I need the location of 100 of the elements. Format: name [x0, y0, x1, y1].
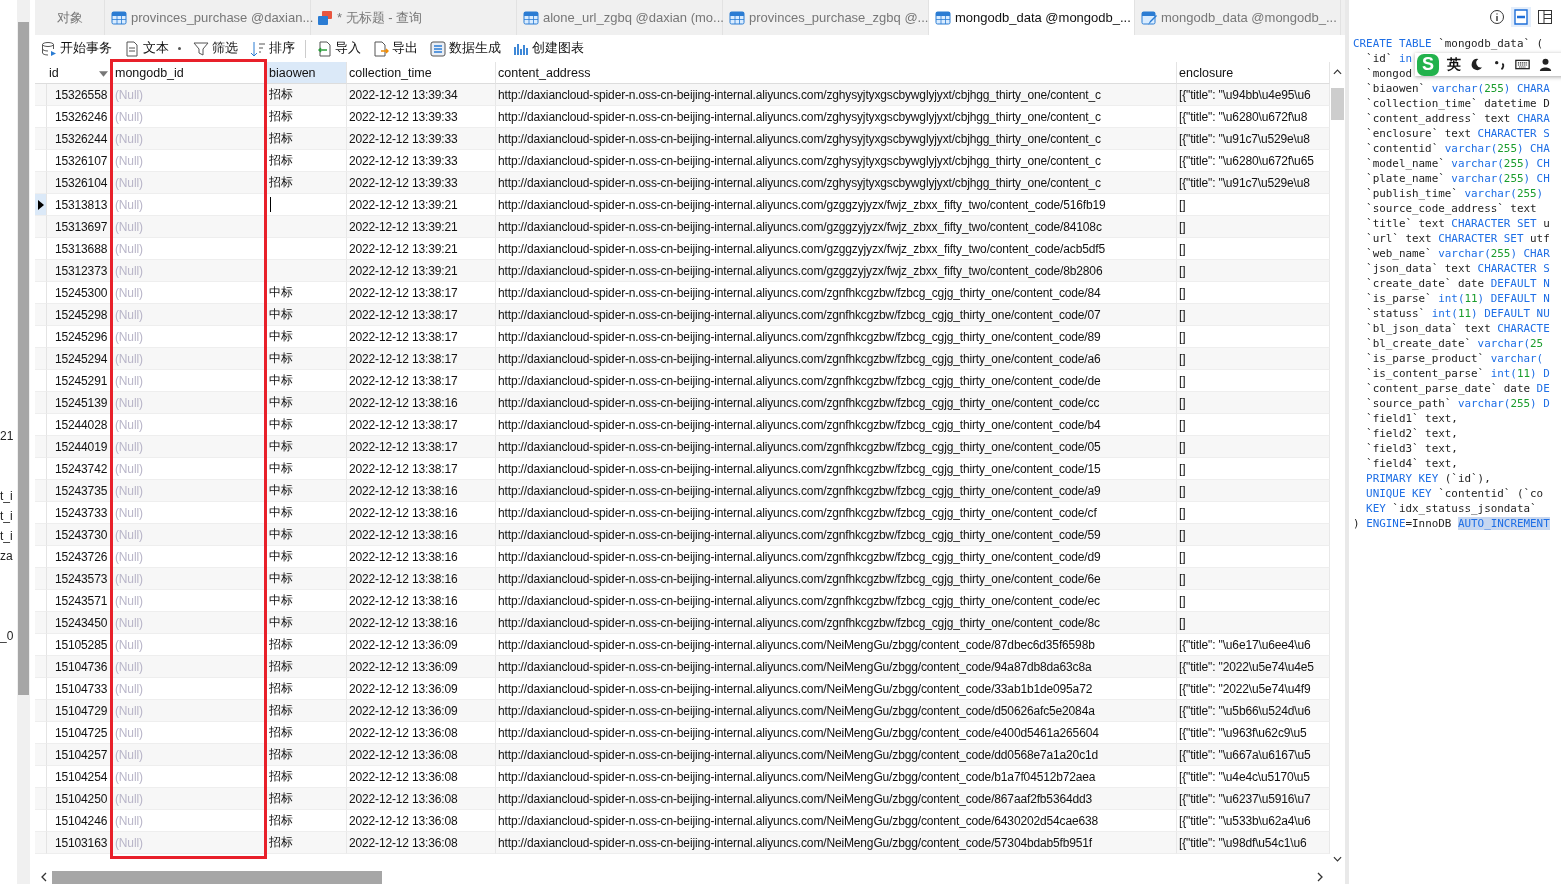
cell-text: 招标: [269, 86, 293, 103]
null-value: (Null): [113, 700, 267, 722]
code-line: `is_parse_product` varchar(: [1365, 351, 1544, 366]
null-value: (Null): [113, 788, 267, 810]
tree-item-fragment: _0: [0, 628, 15, 645]
null-value: (Null): [113, 216, 267, 238]
cell-text: 招标: [269, 174, 293, 191]
toolbar-button[interactable]: 数据生成: [428, 38, 503, 59]
code-line: `source_code_address` text: [1365, 201, 1537, 216]
table-cell: 2022-12-12 13:39:21: [347, 260, 496, 282]
language-mode-toggle[interactable]: 英: [1447, 57, 1461, 72]
table-cell: 15243730: [47, 524, 113, 546]
cell-text: 招标: [269, 724, 293, 741]
table-cell: http://daxiancloud-spider-n.oss-cn-beijing-internal.aliyuncs.com/zgnfhkcgzbw/fzbcg_cgjg_thirty_one/content_code/8c: [496, 612, 1177, 634]
code-line: `collection_time` datetime D: [1365, 96, 1550, 111]
scroll-right-icon[interactable]: [1317, 872, 1323, 882]
null-value: (Null): [113, 436, 267, 458]
toolbar-button[interactable]: 排序: [248, 38, 297, 59]
cell-text: 中标: [269, 306, 293, 323]
scroll-down-icon[interactable]: [1333, 856, 1342, 862]
table-cell: 2022-12-12 13:38:17: [347, 304, 496, 326]
table-cell: 15104736: [47, 656, 113, 678]
toolbar-button[interactable]: 创建图表: [511, 38, 586, 59]
table-cell: 2022-12-12 13:36:08: [347, 788, 496, 810]
table-cell: 2022-12-12 13:38:17: [347, 348, 496, 370]
tree-item-fragment: t_i: [0, 488, 14, 505]
cell-text: 招标: [269, 768, 293, 785]
code-line: `publish_time` varchar(255): [1365, 186, 1544, 201]
code-line: `enclosure` text CHARACTER S: [1365, 126, 1550, 141]
table-cell: http://daxiancloud-spider-n.oss-cn-beijing-internal.aliyuncs.com/zghysyjtyxgscbywglyjyxt/cbjhgg_thirty_one/content_c: [496, 172, 1177, 194]
cell-text: 招标: [269, 702, 293, 719]
null-value: (Null): [113, 392, 267, 414]
ddl-view-button[interactable]: [1511, 7, 1531, 27]
code-line: `json_data` text CHARACTER S: [1365, 261, 1550, 276]
table-cell: http://daxiancloud-spider-n.oss-cn-beijing-internal.aliyuncs.com/NeiMengGu/zbgg/content_code/867aaf2fb5364dd3: [496, 788, 1177, 810]
table-cell: 15243735: [47, 480, 113, 502]
scrollbar-thumb[interactable]: [52, 871, 382, 884]
null-value: (Null): [113, 612, 267, 634]
toolbar-button[interactable]: 筛选: [191, 38, 240, 59]
dropdown-arrow-icon[interactable]: [99, 71, 108, 77]
table-cell: http://daxiancloud-spider-n.oss-cn-beijing-internal.aliyuncs.com/NeiMengGu/zbgg/content_code/dd0568e7a1a20c1d: [496, 744, 1177, 766]
moon-icon[interactable]: [1469, 57, 1484, 72]
info-button[interactable]: [1487, 7, 1507, 27]
cell-text: 招标: [269, 658, 293, 675]
scrollbar-thumb[interactable]: [18, 22, 29, 695]
user-icon[interactable]: [1538, 57, 1553, 72]
code-line: `statuss` int(11) DEFAULT NU: [1365, 306, 1550, 321]
null-value: (Null): [113, 128, 267, 150]
cell-text: 中标: [269, 504, 293, 521]
table-cell: http://daxiancloud-spider-n.oss-cn-beijing-internal.aliyuncs.com/zgnfhkcgzbw/fzbcg_cgjg_thirty_one/content_code/07: [496, 304, 1177, 326]
null-value: (Null): [113, 656, 267, 678]
table-icon: [729, 9, 745, 26]
table-cell: http://daxiancloud-spider-n.oss-cn-beijing-internal.aliyuncs.com/zgnfhkcgzbw/fzbcg_cgjg_thirty_one/content_code/05: [496, 436, 1177, 458]
form-view-button[interactable]: [1535, 7, 1555, 27]
code-line: `field3` text,: [1365, 441, 1458, 456]
null-value: (Null): [113, 348, 267, 370]
toolbar-button[interactable]: 文本: [122, 38, 183, 59]
tree-item-fragment: t_i: [0, 508, 14, 525]
code-line: `content_address` text CHARA: [1365, 111, 1550, 126]
table-cell: http://daxiancloud-spider-n.oss-cn-beijing-internal.aliyuncs.com/zghysyjtyxgscbywglyjyxt/cbjhgg_thirty_one/content_c: [496, 84, 1177, 106]
keyboard-icon[interactable]: [1515, 57, 1530, 72]
code-line: `contentid` varchar(255) CHA: [1365, 141, 1550, 156]
toolbar-button[interactable]: 开始事务: [39, 38, 114, 59]
code-line: `bl_create_date` varchar(25: [1365, 336, 1544, 351]
null-value: (Null): [113, 524, 267, 546]
scrollbar-thumb[interactable]: [1331, 88, 1344, 120]
cell-text: 招标: [269, 812, 293, 829]
cell-text: 中标: [269, 460, 293, 477]
cell-text: 招标: [269, 636, 293, 653]
toolbar-button[interactable]: 导出: [371, 38, 420, 59]
cell-text: 招标: [269, 130, 293, 147]
toolbar-button[interactable]: 导入: [314, 38, 363, 59]
code-line: `content_parse_date` date DE: [1365, 381, 1550, 396]
cell-text: 中标: [269, 284, 293, 301]
tree-item-fragment: 21: [0, 428, 15, 445]
table-cell: 15312373: [47, 260, 113, 282]
table-cell: 2022-12-12 13:39:33: [347, 128, 496, 150]
cell-text: 招标: [269, 152, 293, 169]
cell-text: 中标: [269, 526, 293, 543]
cell-text: 中标: [269, 372, 293, 389]
scroll-up-icon[interactable]: [1333, 69, 1342, 75]
table-edit-icon: [1141, 9, 1157, 26]
table-cell: 15244019: [47, 436, 113, 458]
table-cell: 15243573: [47, 568, 113, 590]
query-icon: [317, 9, 333, 26]
tab[interactable]: mongodb_data @mongodb_...: [929, 0, 1135, 35]
table-cell: http://daxiancloud-spider-n.oss-cn-beijing-internal.aliyuncs.com/zghysyjtyxgscbywglyjyxt/cbjhgg_thirty_one/content_c: [496, 128, 1177, 150]
scroll-left-icon[interactable]: [41, 872, 47, 882]
null-value: (Null): [113, 832, 267, 854]
vertical-scrollbar[interactable]: [17, 0, 30, 884]
code-line: `url` text CHARACTER SET utf: [1365, 231, 1550, 246]
table-cell: http://daxiancloud-spider-n.oss-cn-beijing-internal.aliyuncs.com/zgnfhkcgzbw/fzbcg_cgjg_thirty_one/content_code/59: [496, 524, 1177, 546]
null-value: (Null): [113, 84, 267, 106]
table-cell: 2022-12-12 13:36:09: [347, 700, 496, 722]
code-line: `field4` text,: [1365, 456, 1458, 471]
code-line: `plate_name` varchar(255) CH: [1365, 171, 1550, 186]
null-value: (Null): [113, 568, 267, 590]
null-value: (Null): [113, 480, 267, 502]
row-header[interactable]: [35, 194, 47, 216]
column-header[interactable]: biaowen: [267, 62, 347, 84]
